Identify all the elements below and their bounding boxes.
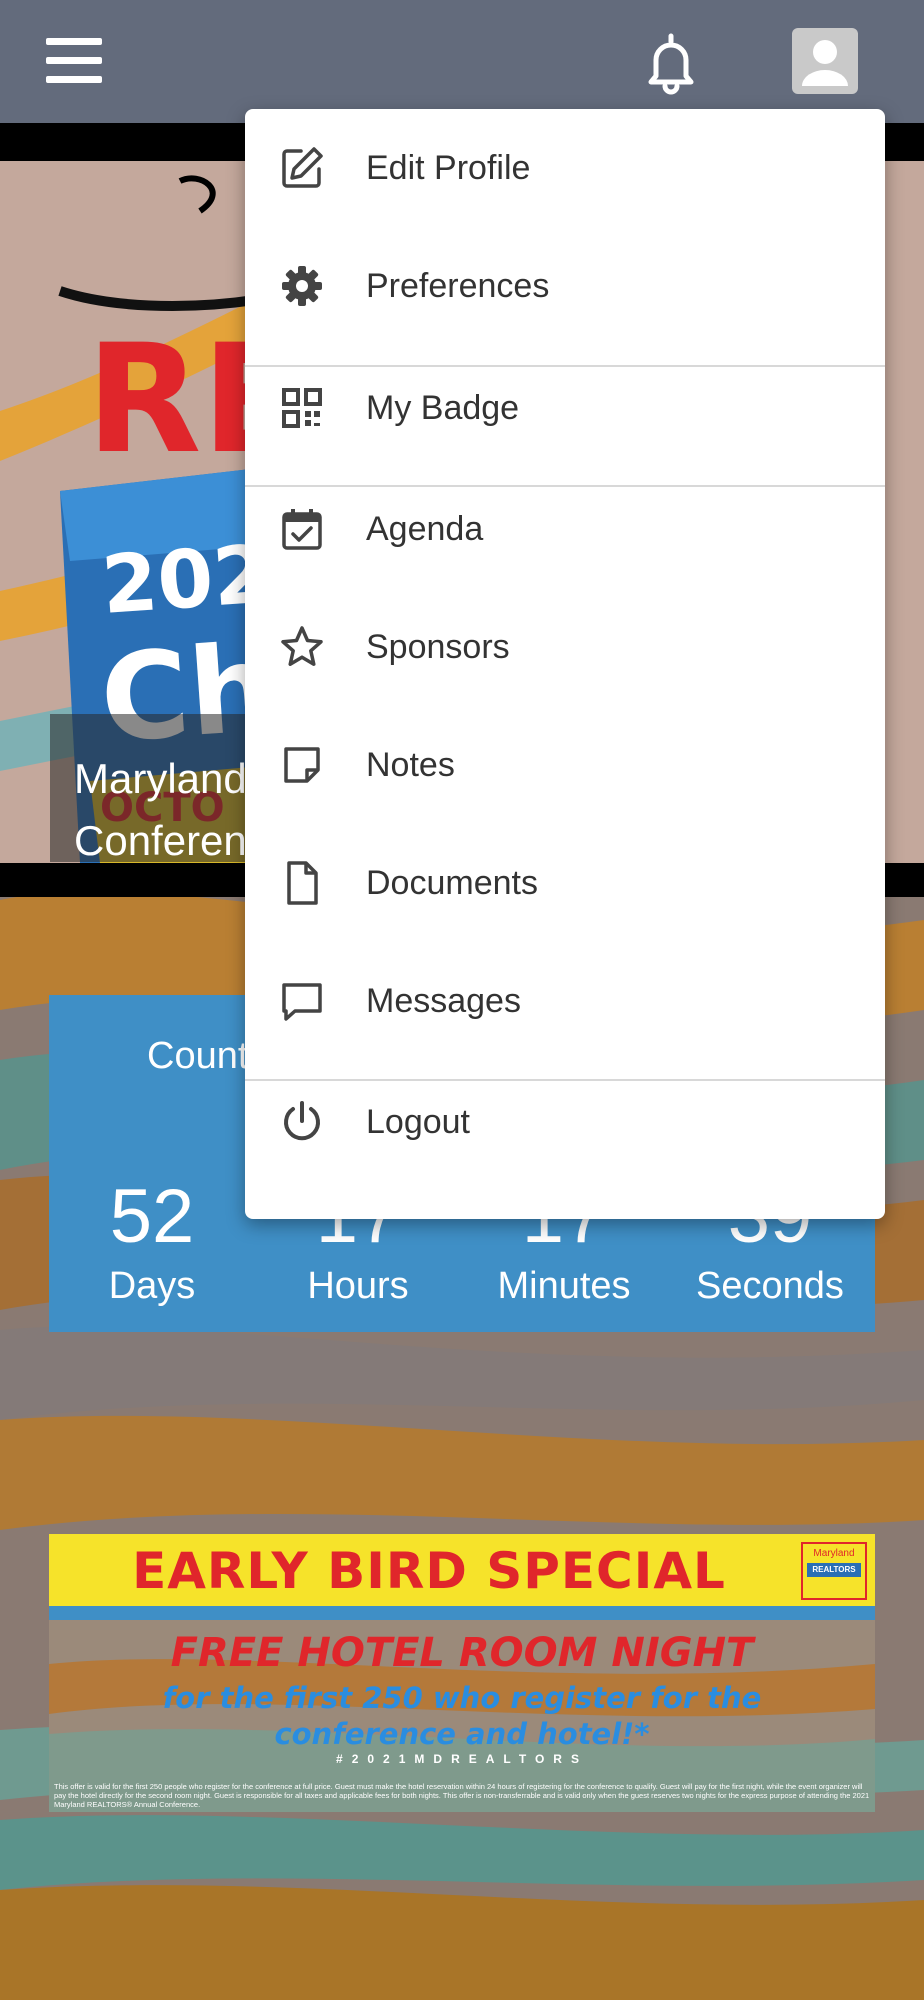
edit-icon bbox=[279, 145, 325, 191]
profile-dropdown-menu: Edit Profile Preferences My Badge Agenda… bbox=[245, 109, 885, 1219]
promo-subline-1: for the first 250 who register for the bbox=[162, 1681, 762, 1715]
hamburger-menu-icon[interactable] bbox=[46, 36, 102, 86]
promo-subline-2: conference and hotel!* bbox=[274, 1717, 650, 1751]
early-bird-promo-banner[interactable]: EARLY BIRD SPECIAL Maryland REALTORS FRE… bbox=[49, 1534, 875, 1812]
star-icon bbox=[279, 624, 325, 670]
promo-title: EARLY BIRD SPECIAL bbox=[132, 1542, 726, 1600]
countdown-days-label: Days bbox=[108, 1265, 196, 1307]
menu-item-label: Edit Profile bbox=[366, 149, 531, 187]
countdown-seconds-label: Seconds bbox=[696, 1265, 844, 1307]
promo-subline: for the first 250 who register for the c… bbox=[49, 1680, 875, 1752]
sticky-note-icon bbox=[279, 742, 325, 788]
promo-fine-print: This offer is valid for the first 250 pe… bbox=[54, 1782, 870, 1809]
qr-code-icon bbox=[279, 385, 325, 431]
top-app-bar bbox=[0, 0, 924, 123]
user-avatar-icon[interactable] bbox=[792, 28, 858, 94]
menu-item-sponsors[interactable]: Sponsors bbox=[245, 588, 885, 706]
promo-stripe bbox=[49, 1606, 875, 1620]
menu-item-agenda[interactable]: Agenda bbox=[245, 470, 885, 588]
menu-item-my-badge[interactable]: My Badge bbox=[245, 349, 885, 467]
countdown-days: 52 Days bbox=[49, 1175, 255, 1308]
document-icon bbox=[279, 860, 325, 906]
promo-headline: FREE HOTEL ROOM NIGHT bbox=[170, 1630, 754, 1676]
menu-item-edit-profile[interactable]: Edit Profile bbox=[245, 109, 885, 227]
maryland-realtors-logo: Maryland REALTORS bbox=[801, 1542, 867, 1600]
menu-item-label: Agenda bbox=[366, 510, 484, 548]
menu-item-label: Preferences bbox=[366, 267, 550, 305]
countdown-hours-label: Hours bbox=[307, 1265, 409, 1307]
menu-item-label: Logout bbox=[366, 1103, 470, 1141]
countdown-days-value: 52 bbox=[109, 1174, 195, 1259]
countdown-title: Count bbox=[147, 1035, 249, 1077]
power-icon bbox=[279, 1099, 325, 1145]
menu-item-messages[interactable]: Messages bbox=[245, 942, 885, 1060]
message-icon bbox=[279, 978, 325, 1024]
menu-item-notes[interactable]: Notes bbox=[245, 706, 885, 824]
logo-line1: Maryland bbox=[813, 1548, 855, 1559]
menu-item-label: Documents bbox=[366, 864, 538, 902]
menu-item-label: Messages bbox=[366, 982, 521, 1020]
menu-item-preferences[interactable]: Preferences bbox=[245, 227, 885, 345]
menu-item-label: Notes bbox=[366, 746, 455, 784]
menu-item-logout[interactable]: Logout bbox=[245, 1063, 885, 1181]
menu-item-documents[interactable]: Documents bbox=[245, 824, 885, 942]
menu-item-label: My Badge bbox=[366, 389, 520, 427]
countdown-minutes-label: Minutes bbox=[497, 1265, 631, 1307]
gear-icon bbox=[279, 263, 325, 309]
calendar-check-icon bbox=[279, 506, 325, 552]
logo-line2: REALTORS bbox=[807, 1563, 861, 1577]
menu-item-label: Sponsors bbox=[366, 628, 510, 666]
promo-hashtag: #2021MDREALTORS bbox=[336, 1752, 588, 1766]
bell-icon[interactable] bbox=[636, 28, 706, 98]
